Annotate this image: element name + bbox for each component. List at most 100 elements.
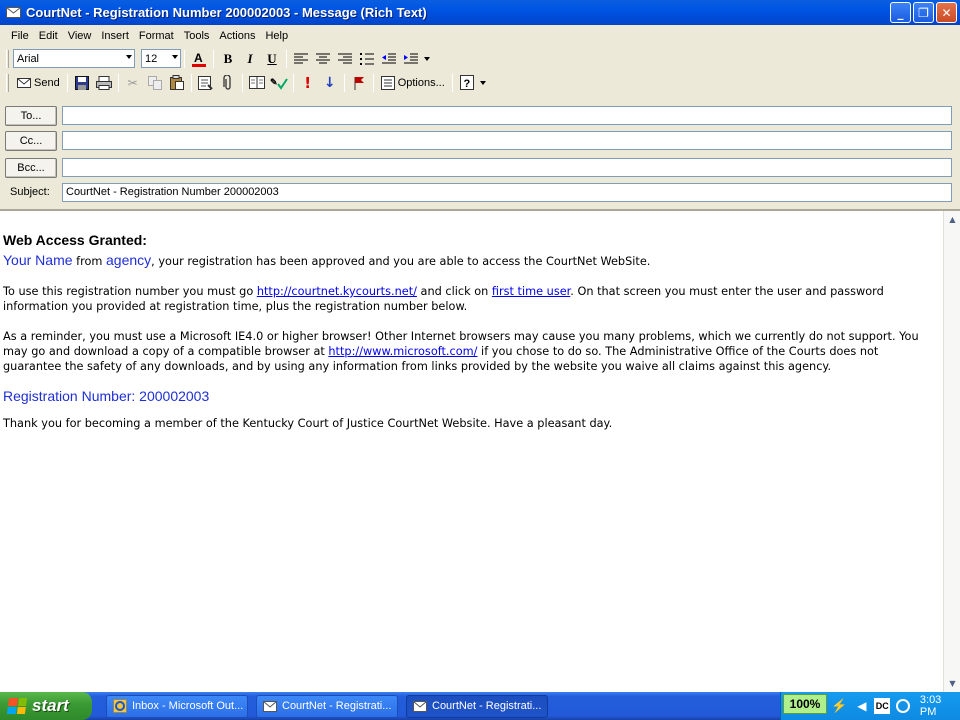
clipboard-icon [169,75,184,90]
tray-app-icon[interactable]: DC [874,698,891,714]
cc-button[interactable]: Cc... [5,131,57,151]
separator [241,73,243,92]
taskbar-item-inbox[interactable]: Inbox - Microsoft Out... [106,694,248,718]
attach-button[interactable] [217,72,239,93]
outlook-icon [113,699,127,713]
toolbar-grip[interactable] [6,73,9,92]
toolbar-options-arrow[interactable] [422,48,432,69]
separator [213,49,214,68]
low-importance-button[interactable]: ↓ [319,72,341,93]
address-book-button[interactable] [195,72,217,93]
paperclip-icon [223,75,231,90]
tray-arrow-icon[interactable]: ◀ [857,699,866,713]
paste-button[interactable] [166,72,188,93]
separator [286,49,287,68]
cc-field[interactable] [62,131,952,150]
subject-field[interactable]: CourtNet - Registration Number 200002003 [62,183,952,202]
increase-indent-button[interactable] [400,48,422,69]
book-icon [248,76,265,89]
follow-up-flag-button[interactable] [348,72,370,93]
scroll-up-icon[interactable]: ▲ [944,211,960,228]
decrease-indent-button[interactable] [378,48,400,69]
help-button[interactable]: ? [456,72,478,93]
envelope-icon [413,700,427,712]
menu-actions[interactable]: Actions [214,28,260,44]
your-name-text: Your Name [3,252,73,268]
scroll-down-icon[interactable]: ▼ [944,675,960,692]
bcc-button[interactable]: Bcc... [5,158,57,178]
registration-number-line: Registration Number: 200002003 [3,389,933,404]
message-body[interactable]: Web Access Granted: Your Name from agenc… [0,209,960,692]
chevron-down-icon [126,55,132,59]
first-time-user-link[interactable]: first time user [492,285,570,298]
separator [343,73,345,92]
save-button[interactable] [71,72,93,93]
to-button[interactable]: To... [5,106,57,126]
start-button[interactable]: start [0,692,92,720]
instructions-text-1: To use this registration number you must… [3,285,257,298]
font-color-button[interactable]: A [188,48,210,69]
bullets-icon [360,52,374,65]
taskbar-item-courtnet-2[interactable]: CourtNet - Registrati... [406,694,548,718]
taskbar-item-courtnet-1[interactable]: CourtNet - Registrati... [256,694,398,718]
exclamation-icon: ! [304,73,312,92]
options-button[interactable]: Options... [377,72,449,93]
menu-format[interactable]: Format [134,28,179,44]
separator [117,73,119,92]
menu-bar: File Edit View Insert Format Tools Actio… [0,26,960,45]
align-right-button[interactable] [334,48,356,69]
toolbar-options-arrow[interactable] [478,72,488,93]
clock[interactable]: 3:03 PM [920,694,960,718]
title-bar: CourtNet - Registration Number 200002003… [0,0,960,25]
vertical-scrollbar[interactable]: ▲ ▼ [943,211,960,692]
printer-icon [95,75,112,90]
microsoft-link[interactable]: http://www.microsoft.com/ [328,345,477,358]
menu-help[interactable]: Help [260,28,293,44]
menu-insert[interactable]: Insert [96,28,134,44]
send-icon [17,77,31,88]
options-label: Options... [397,76,445,89]
bcc-field[interactable] [62,158,952,177]
instructions-paragraph: To use this registration number you must… [3,284,933,314]
toolbar-grip[interactable] [6,49,9,68]
bullets-button[interactable] [356,48,378,69]
down-arrow-icon: ↓ [323,74,336,91]
high-importance-button[interactable]: ! [297,72,319,93]
align-left-button[interactable] [290,48,312,69]
message-content: Web Access Granted: Your Name from agenc… [3,233,933,446]
check-names-button[interactable] [246,72,268,93]
approval-paragraph: Your Name from agency, your registration… [3,253,933,269]
bold-button[interactable]: B [217,48,239,69]
svg-text:✎: ✎ [270,77,278,87]
to-field[interactable] [62,106,952,125]
align-center-button[interactable] [312,48,334,69]
minimize-button[interactable]: _ [890,2,911,23]
courtnet-link[interactable]: http://courtnet.kycourts.net/ [257,285,417,298]
font-size-value: 12 [145,52,158,65]
font-size-select[interactable]: 12 [141,49,181,68]
copy-button[interactable] [144,72,166,93]
italic-button[interactable]: I [239,48,261,69]
message-window: CourtNet - Registration Number 200002003… [0,0,960,692]
menu-view[interactable]: View [63,28,97,44]
registration-number: 200002003 [139,388,210,404]
cut-button[interactable]: ✂ [122,72,144,93]
menu-tools[interactable]: Tools [179,28,215,44]
underline-button[interactable]: U [261,48,283,69]
from-text: from [72,255,107,268]
font-select[interactable]: Arial [13,49,135,68]
svg-text:?: ? [463,78,470,90]
maximize-button[interactable]: ❐ [913,2,934,23]
separator [451,73,453,92]
close-button[interactable]: ✕ [936,2,957,23]
power-plug-icon[interactable]: ⚡ [831,698,847,714]
separator [190,73,192,92]
print-button[interactable] [93,72,115,93]
menu-edit[interactable]: Edit [34,28,63,44]
taskbar-item-label: CourtNet - Registrati... [432,700,542,712]
decrease-indent-icon [382,53,396,63]
spelling-button[interactable]: ✎ [268,72,290,93]
menu-file[interactable]: File [6,28,34,44]
send-button[interactable]: Send [13,72,64,93]
tray-status-icon[interactable] [896,699,910,713]
